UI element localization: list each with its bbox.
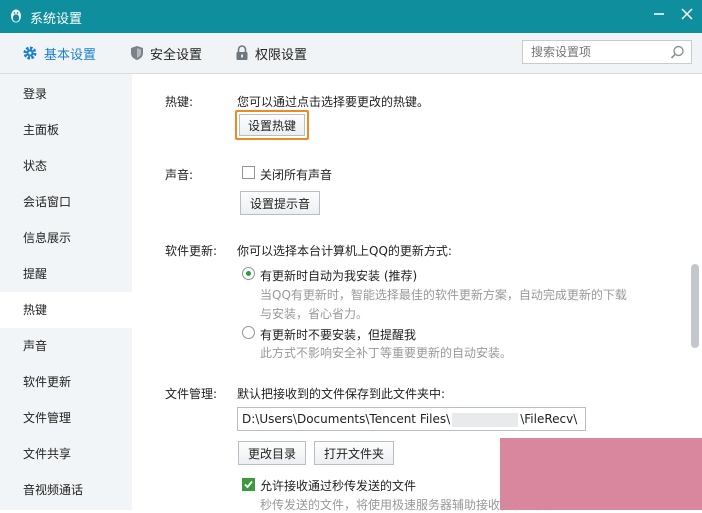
sidebar-item-file-management[interactable]: 文件管理 [0,400,132,436]
update-section-label: 软件更新: [165,244,218,258]
search-box [522,40,692,64]
auto-install-description-line1: 当QQ有更新时，智能选择最佳的软件更新方案，自动完成更新的下载 [260,288,627,302]
set-hotkey-button[interactable]: 设置热键 [239,114,305,136]
save-folder-path-field[interactable]: D:\Users\Documents\Tencent Files\ \FileRe… [237,407,586,431]
change-directory-button[interactable]: 更改目录 [238,441,306,465]
sidebar-item-info-display[interactable]: 信息展示 [0,220,132,256]
tab-label: 基本设置 [44,47,97,63]
auto-install-label: 有更新时自动为我安装 (推荐) [260,269,418,283]
window-title: 系统设置 [30,12,83,27]
search-icon[interactable] [670,45,685,60]
checkmark-icon [244,480,253,489]
file-section-label: 文件管理: [165,387,218,401]
decorative-overlay [500,438,702,510]
sidebar-item-login[interactable]: 登录 [0,76,132,112]
hotkey-section-label: 热键: [165,95,194,109]
update-description: 你可以选择本台计算机上QQ的更新方式: [237,244,452,258]
lock-icon [236,45,248,60]
sidebar-item-chat-window[interactable]: 会话窗口 [0,184,132,220]
sidebar-item-file-sharing[interactable]: 文件共享 [0,436,132,472]
redacted-username [452,412,519,427]
tab-security-settings[interactable]: 安全设置 [130,33,202,73]
tab-permission-settings[interactable]: 权限设置 [235,33,307,73]
settings-sidebar: 登录 主面板 状态 会话窗口 信息展示 提醒 热键 声音 软件更新 文件管理 文… [0,74,132,510]
tab-label: 权限设置 [255,47,308,63]
sidebar-item-av-call[interactable]: 音视频通话 [0,472,132,508]
set-notification-sound-button[interactable]: 设置提示音 [240,191,320,215]
close-icon[interactable] [680,7,694,21]
allow-flash-transfer-checkbox[interactable] [242,478,255,491]
gear-icon [23,46,37,60]
tab-basic-settings[interactable]: 基本设置 [22,33,96,73]
sidebar-item-status[interactable]: 状态 [0,148,132,184]
sidebar-item-main-panel[interactable]: 主面板 [0,112,132,148]
notify-only-label: 有更新时不要安装，但提醒我 [260,328,417,342]
sidebar-item-sound[interactable]: 声音 [0,328,132,364]
open-folder-button[interactable]: 打开文件夹 [314,441,394,465]
notify-only-radio[interactable] [242,326,255,339]
notify-only-description: 此方式不影响安全补丁等重要更新的自动安装。 [260,346,513,360]
title-bar: 系统设置 [0,0,702,33]
sound-section-label: 声音: [165,168,194,182]
search-input[interactable] [523,41,671,63]
scrollbar-thumb[interactable] [691,264,699,348]
tab-label: 安全设置 [150,47,203,63]
auto-install-radio[interactable] [242,267,255,280]
hotkey-description: 您可以通过点击选择要更改的热键。 [237,95,430,109]
sidebar-item-reminder[interactable]: 提醒 [0,256,132,292]
path-prefix: D:\Users\Documents\Tencent Files\ [242,412,451,426]
file-description: 默认把接收到的文件保存到此文件夹中: [237,387,446,401]
sidebar-item-software-update[interactable]: 软件更新 [0,364,132,400]
qq-penguin-icon [11,9,21,23]
mute-all-checkbox[interactable] [242,166,255,179]
auto-install-description-line2: 与安装，省心省力。 [260,307,369,321]
mute-all-label: 关闭所有声音 [260,168,333,182]
allow-flash-transfer-label: 允许接收通过秒传发送的文件 [260,479,417,493]
shield-icon [131,46,143,60]
sidebar-item-hotkey[interactable]: 热键 [0,292,132,328]
minimize-icon[interactable] [652,7,666,21]
path-suffix: \FileRecv\ [520,412,578,426]
settings-tab-bar: 基本设置 安全设置 权限设置 [0,33,702,74]
